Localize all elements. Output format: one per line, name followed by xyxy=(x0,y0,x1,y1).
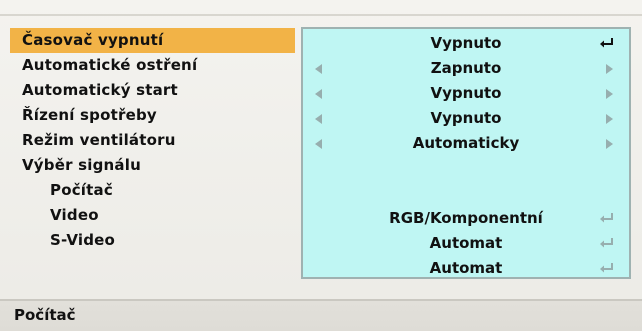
arrow-right-icon[interactable] xyxy=(606,114,613,124)
value-row-automaticke-ostreni[interactable]: Zapnuto xyxy=(303,56,629,81)
value-row-rizeni-spotreby[interactable]: Vypnuto xyxy=(303,106,629,131)
value-text: RGB/Komponentní xyxy=(389,209,543,227)
status-text: Počítač xyxy=(14,306,76,324)
menu-item-rezim-ventilatoru[interactable]: Režim ventilátoru xyxy=(10,128,295,153)
arrow-left-icon[interactable] xyxy=(315,89,322,99)
top-divider xyxy=(0,14,642,16)
projector-settings-dialog: Časovač vypnutí Automatické ostření Auto… xyxy=(0,0,642,331)
menu-item-rizeni-spotreby[interactable]: Řízení spotřeby xyxy=(10,103,295,128)
menu-item-automaticke-ostreni[interactable]: Automatické ostření xyxy=(10,53,295,78)
value-row-s-video[interactable]: Automat xyxy=(303,256,629,281)
value-row-automaticky-start[interactable]: Vypnuto xyxy=(303,81,629,106)
menu-item-automaticky-start[interactable]: Automatický start xyxy=(10,78,295,103)
status-bar: Počítač xyxy=(0,299,642,331)
arrow-right-icon[interactable] xyxy=(606,89,613,99)
value-text: Automat xyxy=(429,234,503,252)
enter-return-icon[interactable] xyxy=(599,210,615,226)
menu-list: Časovač vypnutí Automatické ostření Auto… xyxy=(10,28,295,253)
enter-return-icon[interactable] xyxy=(599,260,615,276)
arrow-right-icon[interactable] xyxy=(606,139,613,149)
arrow-right-icon[interactable] xyxy=(606,64,613,74)
value-row-casovac-vypnuti[interactable]: Vypnuto xyxy=(303,31,629,56)
value-text: Zapnuto xyxy=(430,59,502,77)
arrow-left-icon[interactable] xyxy=(315,139,322,149)
value-text: Vypnuto xyxy=(430,84,502,102)
value-text: Automat xyxy=(429,259,503,277)
value-row-video[interactable]: Automat xyxy=(303,231,629,256)
enter-return-icon[interactable] xyxy=(599,35,615,51)
value-text: Automaticky xyxy=(412,134,520,152)
menu-item-vyber-signalu: Výběr signálu xyxy=(22,156,141,174)
value-panel: Vypnuto Zapnuto Vypnuto Vypnuto Automati… xyxy=(301,27,631,279)
menu-item-video[interactable]: Video xyxy=(10,203,295,228)
value-text: Vypnuto xyxy=(430,34,502,52)
value-text: Vypnuto xyxy=(430,109,502,127)
menu-item-s-video[interactable]: S-Video xyxy=(10,228,295,253)
arrow-left-icon[interactable] xyxy=(315,114,322,124)
menu-item-pocitac[interactable]: Počítač xyxy=(10,178,295,203)
menu-item-casovac-vypnuti[interactable]: Časovač vypnutí xyxy=(10,28,295,53)
value-row-pocitac[interactable]: RGB/Komponentní xyxy=(303,206,629,231)
enter-return-icon[interactable] xyxy=(599,235,615,251)
value-row-rezim-ventilatoru[interactable]: Automaticky xyxy=(303,131,629,156)
arrow-left-icon[interactable] xyxy=(315,64,322,74)
